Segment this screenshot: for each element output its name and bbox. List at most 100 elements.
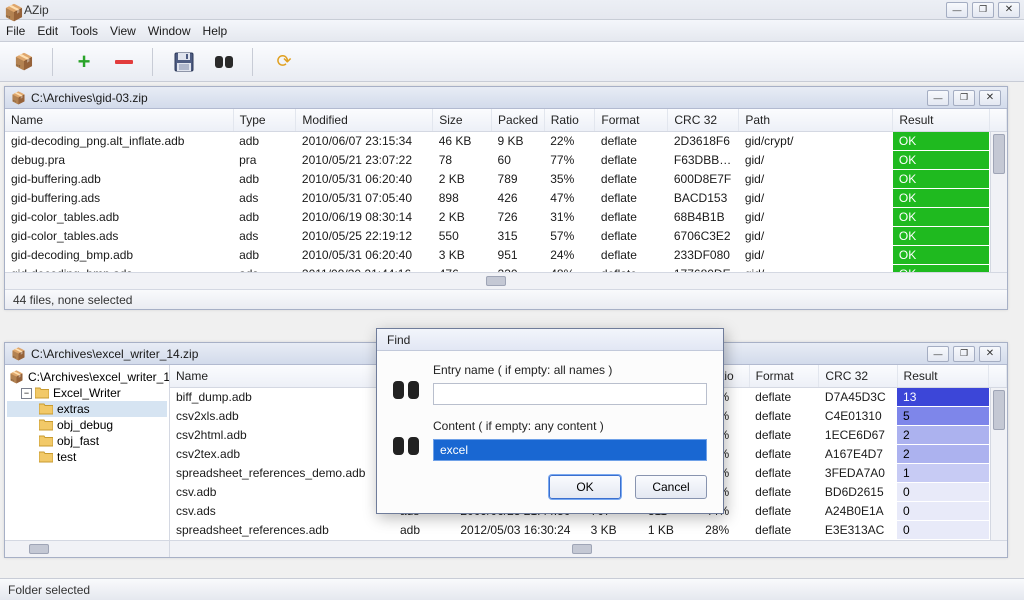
col-path[interactable]: Path — [739, 109, 893, 132]
tree-root[interactable]: 📦C:\Archives\excel_writer_1... — [7, 369, 167, 385]
maximize-button[interactable]: ❐ — [972, 2, 994, 18]
col-crc[interactable]: CRC 32 — [668, 109, 739, 132]
content-row: Content ( if empty: any content ) — [393, 419, 707, 461]
w1-maximize[interactable]: ❐ — [953, 90, 975, 106]
table-row[interactable]: debug.prapra2010/05/21 23:07:22786077%de… — [5, 151, 1007, 170]
table-row[interactable]: gid-decoding_png.alt_inflate.adbadb2010/… — [5, 132, 1007, 151]
cell-ratio: 47% — [544, 189, 595, 208]
w1-close[interactable]: ✕ — [979, 90, 1001, 106]
tree-folder[interactable]: −Excel_Writer — [7, 385, 167, 401]
find-button[interactable] — [210, 48, 238, 76]
menu-file[interactable]: File — [6, 24, 25, 38]
ok-button[interactable]: OK — [549, 475, 621, 499]
w1-header-row: Name Type Modified Size Packed Ratio For… — [5, 109, 1007, 132]
cell-result: 2 — [897, 426, 989, 445]
menu-view[interactable]: View — [110, 24, 136, 38]
cell-name: csv.ads — [170, 502, 394, 521]
col-crc[interactable]: CRC 32 — [819, 365, 897, 388]
cell-format: deflate — [749, 483, 819, 502]
cell-type: adb — [233, 208, 296, 227]
cell-result: OK — [893, 151, 989, 170]
scrollbar-thumb[interactable] — [29, 544, 49, 554]
cell-ratio: 28% — [699, 521, 749, 540]
cell-format: deflate — [749, 407, 819, 426]
add-button[interactable]: + — [70, 48, 98, 76]
col-format[interactable]: Format — [595, 109, 668, 132]
tree-child[interactable]: obj_fast — [7, 433, 167, 449]
cell-type: adb — [233, 170, 296, 189]
w2-hscroll[interactable] — [170, 540, 1007, 557]
cell-format: deflate — [595, 170, 668, 189]
scrollbar-thumb[interactable] — [993, 390, 1005, 430]
w1-vscroll[interactable] — [990, 132, 1007, 272]
col-packed[interactable]: Packed — [492, 109, 545, 132]
col-result[interactable]: Result — [897, 365, 989, 388]
col-result[interactable]: Result — [893, 109, 989, 132]
cell-format: deflate — [595, 132, 668, 151]
w2-minimize[interactable]: — — [927, 346, 949, 362]
tree-child[interactable]: obj_debug — [7, 417, 167, 433]
table-row[interactable]: gid-buffering.adsads2010/05/31 07:05:408… — [5, 189, 1007, 208]
remove-button[interactable] — [110, 48, 138, 76]
collapse-icon[interactable]: − — [21, 388, 32, 399]
cell-name: csv2html.adb — [170, 426, 394, 445]
content-label: Content ( if empty: any content ) — [433, 419, 707, 433]
tree-child[interactable]: test — [7, 449, 167, 465]
col-name[interactable]: Name — [5, 109, 233, 132]
divider — [152, 48, 156, 76]
statusbar: Folder selected — [0, 578, 1024, 600]
cell-result: 2 — [897, 445, 989, 464]
w2-close[interactable]: ✕ — [979, 346, 1001, 362]
col-size[interactable]: Size — [433, 109, 492, 132]
tree-child[interactable]: extras — [7, 401, 167, 417]
cancel-button[interactable]: Cancel — [635, 475, 707, 499]
col-modified[interactable]: Modified — [296, 109, 433, 132]
refresh-button[interactable]: ⟳ — [270, 48, 298, 76]
scrollbar-thumb[interactable] — [993, 134, 1005, 174]
minimize-button[interactable]: — — [946, 2, 968, 18]
cell-ratio: 31% — [544, 208, 595, 227]
menu-help[interactable]: Help — [203, 24, 228, 38]
table-row[interactable]: gid-decoding_bmp.adbadb2010/05/31 06:20:… — [5, 246, 1007, 265]
cell-name: spreadsheet_references.adb — [170, 521, 394, 540]
w2-tree-hscroll[interactable] — [5, 540, 169, 557]
w2-vscroll[interactable] — [990, 388, 1007, 540]
cell-ratio: 35% — [544, 170, 595, 189]
menu-tools[interactable]: Tools — [70, 24, 98, 38]
open-button[interactable]: 📦 — [10, 48, 38, 76]
entry-name-input[interactable] — [433, 383, 707, 405]
menu-window[interactable]: Window — [148, 24, 191, 38]
close-button[interactable]: ✕ — [998, 2, 1020, 18]
cell-modified: 2010/05/31 06:20:40 — [296, 246, 433, 265]
table-row[interactable]: gid-buffering.adbadb2010/05/31 06:20:402… — [5, 170, 1007, 189]
cell-format: deflate — [595, 246, 668, 265]
w1-minimize[interactable]: — — [927, 90, 949, 106]
cell-path: gid/crypt/ — [739, 132, 893, 151]
content-input[interactable] — [433, 439, 707, 461]
cell-crc: F63DBBD6 — [668, 151, 739, 170]
window1-titlebar[interactable]: 📦 C:\Archives\gid-03.zip — ❐ ✕ — [5, 87, 1007, 109]
cell-result: 0 — [897, 483, 989, 502]
scrollbar-thumb[interactable] — [486, 276, 506, 286]
cell-result: 0 — [897, 521, 989, 540]
cell-name: gid-decoding_bmp.adb — [5, 246, 233, 265]
dialog-title[interactable]: Find — [377, 329, 723, 351]
cell-size: 2 KB — [433, 170, 492, 189]
menu-edit[interactable]: Edit — [37, 24, 58, 38]
col-name[interactable]: Name — [170, 365, 394, 388]
col-type[interactable]: Type — [233, 109, 296, 132]
extract-button[interactable] — [170, 48, 198, 76]
table-row[interactable]: gid-color_tables.adsads2010/05/25 22:19:… — [5, 227, 1007, 246]
cell-name: gid-decoding_png.alt_inflate.adb — [5, 132, 233, 151]
table-row[interactable]: spreadsheet_references.adbadb2012/05/03 … — [170, 521, 1007, 540]
scrollbar-thumb[interactable] — [572, 544, 592, 554]
w1-hscroll[interactable] — [5, 272, 1007, 289]
archive-window-1: 📦 C:\Archives\gid-03.zip — ❐ ✕ Name Type… — [4, 86, 1008, 310]
table-row[interactable]: gid-color_tables.adbadb2010/06/19 08:30:… — [5, 208, 1007, 227]
col-format[interactable]: Format — [749, 365, 819, 388]
cell-ratio: 22% — [544, 132, 595, 151]
w2-maximize[interactable]: ❐ — [953, 346, 975, 362]
col-ratio[interactable]: Ratio — [544, 109, 595, 132]
app-title: AZip — [24, 3, 49, 17]
toolbar: 📦 + ⟳ — [0, 42, 1024, 82]
